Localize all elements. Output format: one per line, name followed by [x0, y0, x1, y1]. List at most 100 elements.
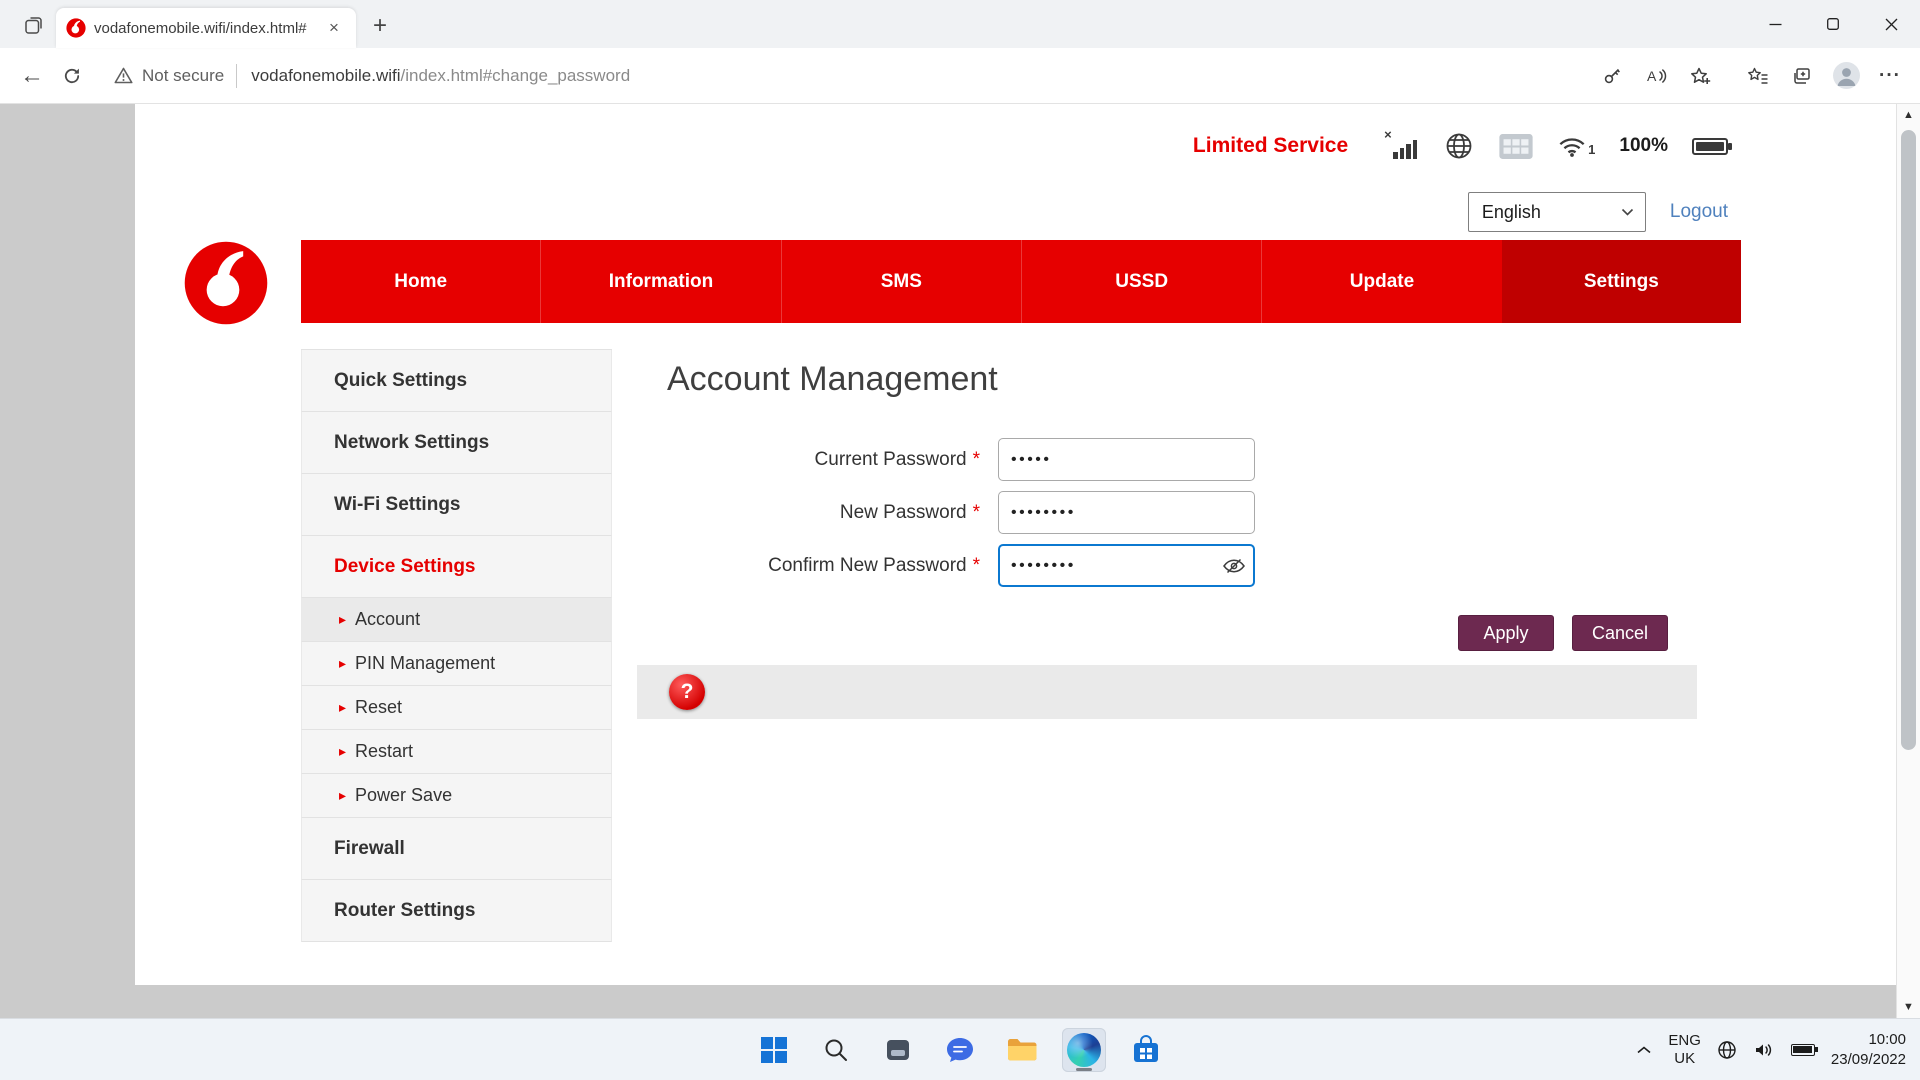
scroll-down-arrow[interactable]: ▼ — [1897, 1001, 1920, 1013]
favorites-icon[interactable] — [1740, 58, 1776, 94]
minimize-icon — [1769, 23, 1781, 25]
nav-item-home[interactable]: Home — [301, 240, 540, 323]
collections-icon[interactable] — [1784, 58, 1820, 94]
volume-icon[interactable] — [1753, 1041, 1775, 1059]
battery-icon — [1692, 137, 1732, 155]
start-button[interactable] — [752, 1028, 796, 1072]
red-arrow-icon: ▸ — [339, 787, 347, 803]
main-navigation: Home Information SMS USSD Update Setting… — [301, 240, 1741, 323]
password-key-icon[interactable] — [1594, 58, 1630, 94]
sidebar-item-account[interactable]: ▸ Account — [301, 598, 612, 642]
windows-taskbar: ENG UK 10:00 23/09/2022 — [0, 1018, 1920, 1080]
refresh-button[interactable] — [52, 56, 92, 96]
apply-button[interactable]: Apply — [1458, 615, 1554, 651]
screen: vodafonemobile.wifi/index.html# × + ← No… — [0, 0, 1920, 1080]
not-secure-label: Not secure — [142, 65, 225, 85]
maximize-button[interactable] — [1804, 0, 1862, 48]
search-button[interactable] — [814, 1028, 858, 1072]
sidebar-item-power-save[interactable]: ▸ Power Save — [301, 774, 612, 818]
windows-logo-icon — [761, 1036, 787, 1063]
show-password-eye-icon[interactable] — [1222, 557, 1246, 575]
sidebar-item-reset[interactable]: ▸ Reset — [301, 686, 612, 730]
refresh-icon — [64, 68, 80, 83]
window-controls — [1746, 0, 1920, 48]
tab-close-icon[interactable]: × — [322, 16, 346, 40]
current-password-input[interactable] — [998, 438, 1255, 481]
nav-item-settings[interactable]: Settings — [1501, 240, 1741, 323]
time-text: 10:00 — [1868, 1031, 1906, 1048]
page-title: Account Management — [667, 360, 998, 398]
hidden-icons-chevron[interactable] — [1636, 1045, 1652, 1055]
sidebar-item-pin-management[interactable]: ▸ PIN Management — [301, 642, 612, 686]
nav-item-sms[interactable]: SMS — [780, 240, 1021, 323]
file-explorer-button[interactable] — [1000, 1028, 1044, 1072]
close-button[interactable] — [1862, 0, 1920, 48]
edge-icon — [1067, 1032, 1101, 1067]
sidebar-item-power-save-label: Power Save — [355, 785, 453, 805]
browser-address-bar: ← Not secure vodafonemobile.wifi/index.h… — [0, 48, 1920, 104]
not-secure-warning-icon — [114, 67, 133, 84]
profile-avatar[interactable] — [1828, 58, 1864, 94]
edge-button[interactable] — [1062, 1027, 1106, 1072]
omnibox[interactable]: Not secure vodafonemobile.wifi/index.htm… — [100, 55, 1586, 97]
language-select[interactable]: English — [1467, 192, 1646, 232]
read-aloud-icon[interactable]: A — [1638, 58, 1674, 94]
sidebar-item-router-settings[interactable]: Router Settings — [301, 880, 612, 942]
task-view-button[interactable] — [876, 1028, 920, 1072]
back-button[interactable]: ← — [12, 56, 52, 96]
signal-bars — [1393, 140, 1418, 159]
avatar-image — [1832, 62, 1860, 89]
keyboard-language-switcher[interactable]: ENG UK — [1668, 1032, 1701, 1067]
help-button[interactable]: ? — [669, 674, 705, 710]
wifi-icon: 1 — [1558, 136, 1595, 157]
scroll-up-arrow[interactable]: ▲ — [1897, 109, 1920, 121]
language-selected-value: English — [1481, 201, 1541, 222]
sidebar-item-restart[interactable]: ▸ Restart — [301, 730, 612, 774]
clock[interactable]: 10:00 23/09/2022 — [1831, 1030, 1906, 1069]
confirm-password-field — [998, 544, 1255, 587]
browser-tab[interactable]: vodafonemobile.wifi/index.html# × — [56, 8, 356, 48]
nav-item-information[interactable]: Information — [540, 240, 780, 323]
battery-percent-text: 100% — [1619, 135, 1668, 156]
confirm-password-input[interactable] — [998, 544, 1255, 587]
vertical-scrollbar[interactable]: ▲ ▼ — [1896, 104, 1920, 1018]
required-asterisk: * — [972, 501, 980, 523]
sidebar-item-restart-label: Restart — [355, 741, 414, 761]
logout-link[interactable]: Logout — [1670, 201, 1728, 223]
system-tray: ENG UK 10:00 23/09/2022 — [1636, 1019, 1906, 1080]
nav-item-update[interactable]: Update — [1261, 240, 1501, 323]
confirm-password-row: Confirm New Password * — [135, 544, 1896, 587]
device-status-bar: Limited Service × 1 100% — [1192, 124, 1732, 168]
nav-item-ussd[interactable]: USSD — [1020, 240, 1261, 323]
date-text: 23/09/2022 — [1830, 1050, 1906, 1068]
new-password-input[interactable] — [998, 491, 1255, 534]
current-password-row: Current Password * — [135, 438, 1896, 481]
taskbar-center-icons — [752, 1019, 1168, 1080]
cancel-button[interactable]: Cancel — [1572, 615, 1668, 651]
sidebar-item-quick-settings[interactable]: Quick Settings — [301, 350, 612, 412]
red-arrow-icon: ▸ — [339, 743, 347, 759]
sim-card-icon — [1498, 133, 1534, 160]
settings-more-icon[interactable]: ··· — [1872, 58, 1908, 94]
new-tab-button[interactable]: + — [364, 10, 396, 42]
sidebar-item-account-label: Account — [355, 609, 421, 629]
tray-battery-icon[interactable] — [1790, 1043, 1818, 1056]
confirm-password-label: Confirm New Password * — [135, 555, 980, 577]
select-chevron-icon — [1621, 208, 1633, 216]
limited-service-text: Limited Service — [1192, 134, 1349, 157]
label-text: Confirm New Password — [768, 554, 967, 576]
language-row: English Logout — [1467, 192, 1728, 232]
scrollbar-thumb[interactable] — [1901, 130, 1916, 750]
chip-divider — [236, 63, 238, 88]
tab-actions-icon[interactable] — [16, 8, 50, 42]
close-icon — [1885, 18, 1897, 30]
network-globe-icon[interactable] — [1717, 1040, 1737, 1060]
store-button[interactable] — [1124, 1028, 1168, 1072]
sidebar-item-reset-label: Reset — [355, 697, 403, 717]
minimize-button[interactable] — [1746, 0, 1804, 48]
language-line2: UK — [1674, 1049, 1696, 1067]
add-favorite-icon[interactable] — [1682, 58, 1718, 94]
sidebar-item-firewall[interactable]: Firewall — [301, 818, 612, 880]
label-text: New Password — [839, 501, 967, 523]
chat-button[interactable] — [938, 1028, 982, 1072]
